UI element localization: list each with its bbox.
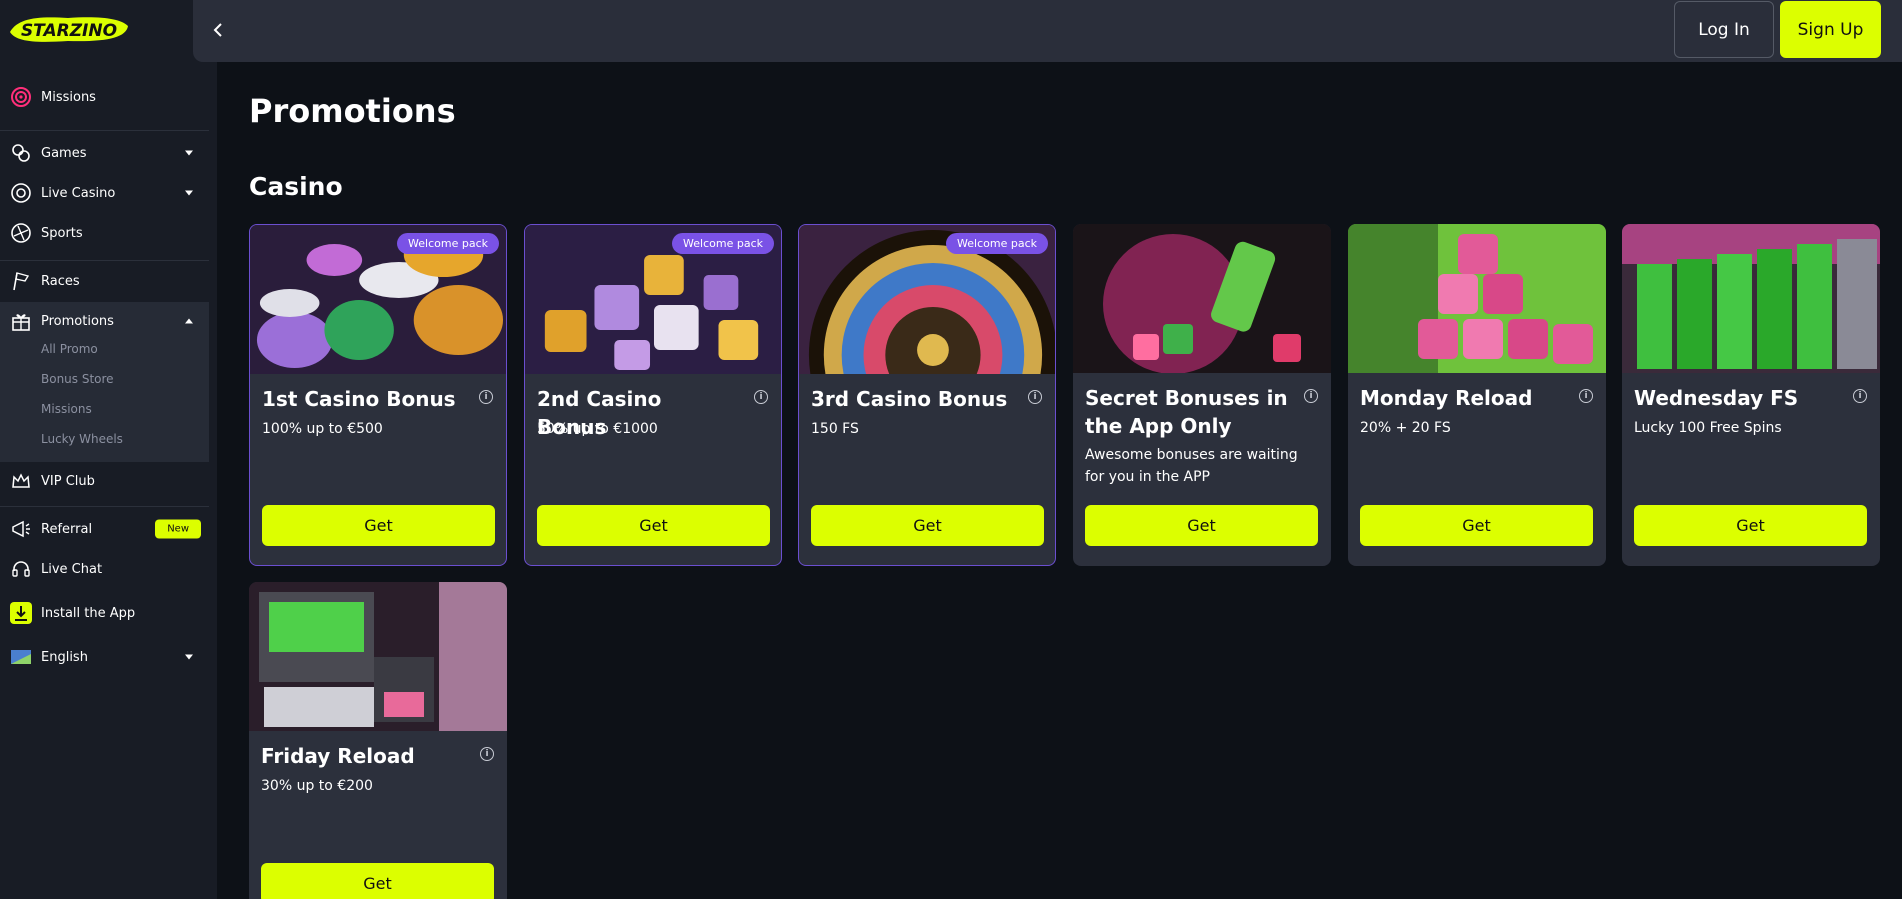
sidebar-item-races[interactable]: Races [0, 264, 217, 298]
flag-icon [10, 270, 32, 292]
get-button[interactable]: Get [1360, 505, 1593, 546]
page-title: Promotions [249, 92, 456, 130]
chevron-down-icon [185, 654, 193, 660]
games-icon [10, 142, 32, 164]
chevron-down-icon [185, 150, 193, 156]
crown-icon [10, 470, 32, 492]
section-title: Casino [249, 172, 343, 201]
signup-button[interactable]: Sign Up [1780, 1, 1881, 58]
sidebar-item-label: Live Chat [41, 561, 103, 577]
card-title: Monday Reload [1360, 386, 1533, 410]
divider [0, 506, 209, 507]
card-description: 30% up to €200 [261, 778, 373, 794]
gift-icon [10, 310, 32, 332]
sidebar-item-promotions[interactable]: Promotions [0, 304, 217, 338]
sidebar-item-live-casino[interactable]: Live Casino [0, 176, 217, 210]
sidebar-item-referral[interactable]: Referral New [0, 512, 217, 546]
promo-card[interactable]: Secret Bonuses in the App Only i Awesome… [1073, 224, 1331, 566]
chevron-left-icon [213, 23, 222, 37]
promo-card[interactable]: Wednesday FS i Lucky 100 Free Spins Get [1622, 224, 1880, 566]
svg-text:STARZINO: STARZINO [21, 21, 117, 41]
welcome-pack-badge: Welcome pack [672, 233, 774, 254]
sidebar-item-label: Install the App [41, 605, 136, 621]
sidebar-item-label: Games [41, 145, 87, 161]
get-button[interactable]: Get [1085, 505, 1318, 546]
sidebar-item-sports[interactable]: Sports [0, 216, 217, 250]
sidebar-item-label: Races [41, 273, 80, 289]
submenu-bonus-store[interactable]: Bonus Store [41, 372, 114, 386]
card-image-pink-dice [1348, 224, 1606, 373]
card-description: Lucky 100 Free Spins [1634, 420, 1782, 436]
get-button[interactable]: Get [811, 505, 1044, 546]
card-title: Secret Bonuses in the App Only [1085, 386, 1288, 438]
sidebar-item-label: Missions [41, 89, 96, 105]
card-title: Friday Reload [261, 744, 415, 768]
get-button[interactable]: Get [537, 505, 770, 546]
new-badge: New [155, 519, 201, 539]
get-button[interactable]: Get [261, 863, 494, 899]
card-title: 1st Casino Bonus [262, 387, 456, 411]
target-icon [10, 86, 32, 108]
sidebar-item-missions[interactable]: Missions [0, 80, 217, 114]
info-icon[interactable]: i [1579, 389, 1593, 403]
chevron-up-icon [185, 318, 193, 324]
card-image-phone [1073, 224, 1331, 373]
card-image-slot-machines [1622, 224, 1880, 373]
promo-card[interactable]: Monday Reload i 20% + 20 FS Get [1348, 224, 1606, 566]
sidebar: STARZINO Missions Games Live Casino Spor… [0, 0, 217, 899]
megaphone-icon [10, 518, 32, 540]
headset-icon [10, 558, 32, 580]
card-description: 100% up to €500 [262, 421, 383, 437]
sidebar-item-vip-club[interactable]: VIP Club [0, 464, 217, 498]
back-button[interactable] [205, 17, 231, 43]
sidebar-item-install-app[interactable]: Install the App [0, 596, 217, 630]
divider [0, 260, 209, 261]
welcome-pack-badge: Welcome pack [946, 233, 1048, 254]
card-title: 3rd Casino Bonus [811, 387, 1008, 411]
sidebar-item-label: Promotions [41, 313, 114, 329]
card-description: 150 FS [811, 421, 859, 437]
login-button[interactable]: Log In [1674, 1, 1774, 58]
info-icon[interactable]: i [754, 390, 768, 404]
submenu-all-promo[interactable]: All Promo [41, 342, 98, 356]
sidebar-item-label: Sports [41, 225, 83, 241]
submenu-lucky-wheels[interactable]: Lucky Wheels [41, 432, 123, 446]
sidebar-item-label: VIP Club [41, 473, 95, 489]
chevron-down-icon [185, 190, 193, 196]
sidebar-item-games[interactable]: Games [0, 136, 217, 170]
info-icon[interactable]: i [480, 747, 494, 761]
sidebar-item-live-chat[interactable]: Live Chat [0, 552, 217, 586]
card-description: 50% up to €1000 [537, 421, 658, 437]
promo-card[interactable]: Welcome pack 3rd Casino Bonus i 150 FS G… [798, 224, 1056, 566]
download-icon [10, 602, 32, 624]
language-selector[interactable]: English [0, 640, 217, 674]
get-button[interactable]: Get [262, 505, 495, 546]
divider [0, 130, 209, 131]
info-icon[interactable]: i [1853, 389, 1867, 403]
info-icon[interactable]: i [1028, 390, 1042, 404]
ball-icon [10, 222, 32, 244]
card-description: 20% + 20 FS [1360, 420, 1451, 436]
sidebar-item-label: English [41, 649, 88, 665]
info-icon[interactable]: i [1304, 389, 1318, 403]
flag-en-icon [10, 646, 32, 668]
info-icon[interactable]: i [479, 390, 493, 404]
starzino-logo[interactable]: STARZINO [8, 12, 130, 46]
promo-card[interactable]: Welcome pack 1st Casino Bonus i 100% up … [249, 224, 507, 566]
promo-card[interactable]: Friday Reload i 30% up to €200 Get [249, 582, 507, 899]
submenu-missions[interactable]: Missions [41, 402, 92, 416]
get-button[interactable]: Get [1634, 505, 1867, 546]
top-header: Log In Sign Up [193, 0, 1902, 62]
card-image-slot-machine [249, 582, 507, 731]
promo-card[interactable]: Welcome pack 2nd Casino Bonus i 50% up t… [524, 224, 782, 566]
roulette-icon [10, 182, 32, 204]
sidebar-item-label: Live Casino [41, 185, 116, 201]
card-description: Awesome bonuses are waiting for you in t… [1085, 447, 1298, 485]
sidebar-item-label: Referral [41, 521, 93, 537]
card-title: Wednesday FS [1634, 386, 1799, 410]
welcome-pack-badge: Welcome pack [397, 233, 499, 254]
